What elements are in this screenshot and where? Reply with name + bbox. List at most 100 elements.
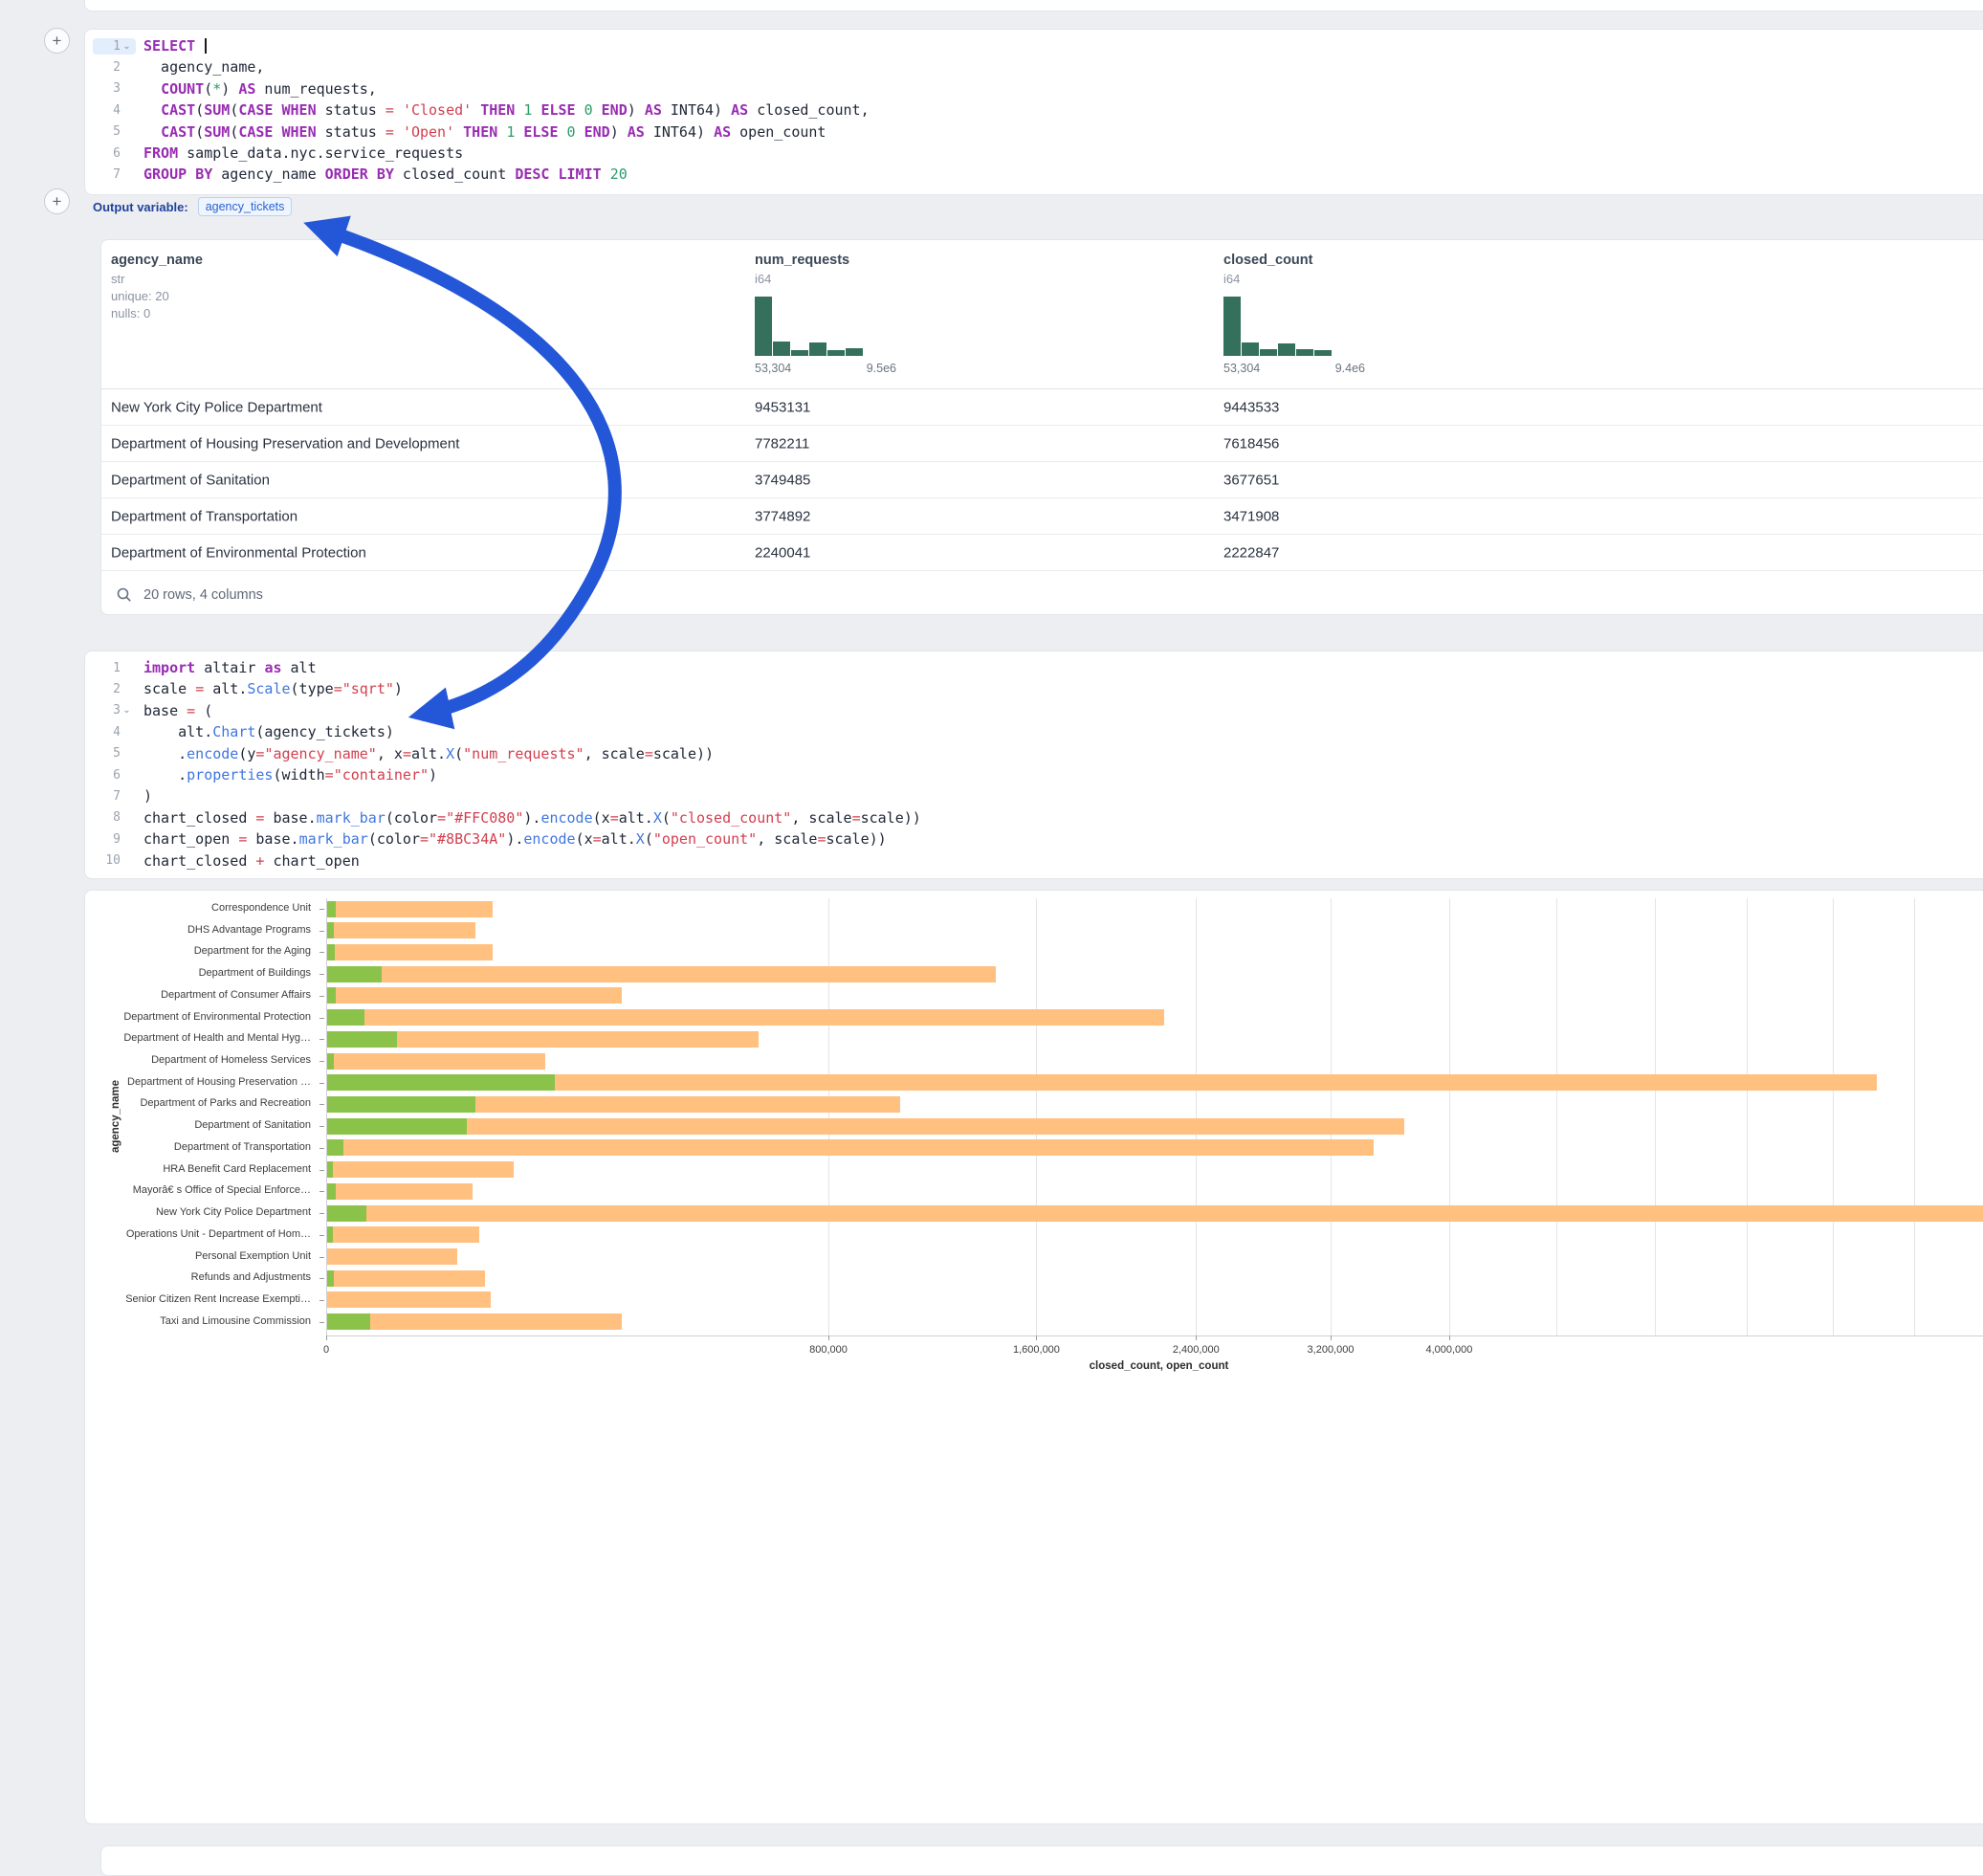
y-axis-tick <box>319 1018 324 1019</box>
y-axis-tick <box>319 1039 324 1040</box>
open_count-bar <box>327 1074 555 1091</box>
code-line[interactable]: 10chart_closed + chart_open <box>85 850 1983 872</box>
open_count-bar <box>327 1205 366 1222</box>
histogram-bar <box>755 297 772 356</box>
column-type: i64 <box>755 272 896 286</box>
table-row[interactable]: Department of Housing Preservation and D… <box>101 426 1983 462</box>
line-gutter: 4 <box>93 102 136 119</box>
line-number: 6 <box>96 768 121 783</box>
code-line[interactable]: 6FROM sample_data.nyc.service_requests <box>85 143 1983 164</box>
code-line[interactable]: 4 alt.Chart(agency_tickets) <box>85 721 1983 742</box>
y-axis-tick <box>319 1322 324 1323</box>
closed_count-bar <box>327 1291 491 1308</box>
y-axis-tick <box>319 952 324 953</box>
histogram-bar <box>1296 349 1313 356</box>
code-text: .properties(width="container") <box>143 764 437 785</box>
sql-cell[interactable]: 1⌄SELECT 2 agency_name,3 COUNT(*) AS num… <box>84 29 1983 195</box>
histogram-bar <box>1260 349 1277 356</box>
column-name: agency_name <box>111 253 203 268</box>
x-axis-label: 4,000,000 <box>1392 1344 1507 1356</box>
histogram-range-labels: 53,3049.5e6 <box>755 362 896 375</box>
add-cell-button[interactable]: + <box>44 188 70 214</box>
table-cell: Department of Sanitation <box>111 472 270 488</box>
output-variable-chip[interactable]: agency_tickets <box>198 197 293 216</box>
bar-chart: agency_name Correspondence UnitDHS Advan… <box>85 891 1983 1823</box>
code-line[interactable]: 8chart_closed = base.mark_bar(color="#FF… <box>85 807 1983 828</box>
table-cell: 3677651 <box>1223 472 1279 488</box>
open_count-bar <box>327 1183 336 1200</box>
x-axis-tick <box>1331 1335 1332 1340</box>
line-gutter: 2 <box>93 681 136 697</box>
code-line[interactable]: 4 CAST(SUM(CASE WHEN status = 'Closed' T… <box>85 99 1983 121</box>
y-axis-tick <box>319 1061 324 1062</box>
table-row[interactable]: New York City Police Department945313194… <box>101 389 1983 426</box>
line-number: 8 <box>96 810 121 825</box>
table-cell: 3774892 <box>755 508 810 524</box>
column-header[interactable]: num_requestsi6453,3049.5e6 <box>755 253 896 375</box>
code-line[interactable]: 5 CAST(SUM(CASE WHEN status = 'Open' THE… <box>85 121 1983 143</box>
collapse-chevron-icon[interactable]: ⌄ <box>121 41 133 52</box>
code-line[interactable]: 9chart_open = base.mark_bar(color="#8BC3… <box>85 828 1983 850</box>
sql-code-editor[interactable]: 1⌄SELECT 2 agency_name,3 COUNT(*) AS num… <box>85 30 1983 186</box>
table-body: New York City Police Department945313194… <box>101 389 1983 571</box>
code-line[interactable]: 1⌄SELECT <box>85 35 1983 56</box>
code-text: agency_name, <box>143 56 264 77</box>
table-row[interactable]: Department of Transportation377489234719… <box>101 498 1983 535</box>
code-line[interactable]: 7) <box>85 785 1983 806</box>
table-cell: New York City Police Department <box>111 399 322 415</box>
code-line[interactable]: 3⌄base = ( <box>85 700 1983 721</box>
code-line[interactable]: 1import altair as alt <box>85 657 1983 678</box>
table-row[interactable]: Department of Environmental Protection22… <box>101 535 1983 571</box>
collapse-chevron-icon[interactable]: ⌄ <box>121 705 133 716</box>
closed_count-bar <box>327 944 493 960</box>
y-axis-tick <box>319 996 324 997</box>
line-number: 2 <box>96 60 121 75</box>
output-variable-row: Output variable: agency_tickets <box>93 197 292 216</box>
code-line[interactable]: 5 .encode(y="agency_name", x=alt.X("num_… <box>85 743 1983 764</box>
table-row[interactable]: Department of Sanitation37494853677651 <box>101 462 1983 498</box>
closed_count-bar <box>327 1248 457 1265</box>
column-header[interactable]: agency_namestrunique: 20nulls: 0 <box>111 253 203 320</box>
open_count-bar <box>327 966 382 982</box>
code-line[interactable]: 2scale = alt.Scale(type="sqrt") <box>85 678 1983 699</box>
x-axis-label: 0 <box>269 1344 384 1356</box>
y-axis-label: Refunds and Adjustments <box>85 1271 311 1283</box>
closed_count-bar <box>327 1161 514 1178</box>
code-text: chart_closed + chart_open <box>143 850 360 872</box>
closed_count-bar <box>327 1205 1983 1222</box>
code-line[interactable]: 3 COUNT(*) AS num_requests, <box>85 78 1983 99</box>
python-code-editor[interactable]: 1import altair as alt2scale = alt.Scale(… <box>85 651 1983 872</box>
open_count-bar <box>327 1161 333 1178</box>
code-line[interactable]: 2 agency_name, <box>85 56 1983 77</box>
gridline <box>828 898 829 1335</box>
y-axis-tick <box>319 974 324 975</box>
gridline <box>1449 898 1450 1335</box>
search-icon[interactable] <box>117 587 132 603</box>
python-cell[interactable]: 1import altair as alt2scale = alt.Scale(… <box>84 651 1983 879</box>
histogram-bar <box>791 350 808 356</box>
x-axis-tick <box>1036 1335 1037 1340</box>
y-axis-label: Department of Parks and Recreation <box>85 1097 311 1109</box>
code-text: import altair as alt <box>143 657 317 678</box>
line-number: 5 <box>96 746 121 761</box>
open_count-bar <box>327 944 335 960</box>
y-axis-label: Department of Health and Mental Hyg… <box>85 1032 311 1044</box>
open_count-bar <box>327 987 336 1004</box>
code-text: COUNT(*) AS num_requests, <box>143 78 377 99</box>
table-cell: 2222847 <box>1223 544 1279 561</box>
code-text: alt.Chart(agency_tickets) <box>143 721 394 742</box>
code-line[interactable]: 6 .properties(width="container") <box>85 764 1983 785</box>
histogram-min-label: 53,304 <box>1223 362 1260 375</box>
code-text: .encode(y="agency_name", x=alt.X("num_re… <box>143 743 714 764</box>
table-cell: 9453131 <box>755 399 810 415</box>
x-axis-tick <box>1196 1335 1197 1340</box>
closed_count-bar <box>327 1009 1164 1026</box>
gridline <box>1036 898 1037 1335</box>
code-line[interactable]: 7GROUP BY agency_name ORDER BY closed_co… <box>85 164 1983 185</box>
table-cell: Department of Transportation <box>111 508 297 524</box>
y-axis-tick <box>319 1213 324 1214</box>
column-header[interactable]: closed_counti6453,3049.4e6 <box>1223 253 1365 375</box>
y-axis-label: DHS Advantage Programs <box>85 924 311 936</box>
y-axis-label: Correspondence Unit <box>85 902 311 914</box>
add-cell-button[interactable]: + <box>44 28 70 54</box>
